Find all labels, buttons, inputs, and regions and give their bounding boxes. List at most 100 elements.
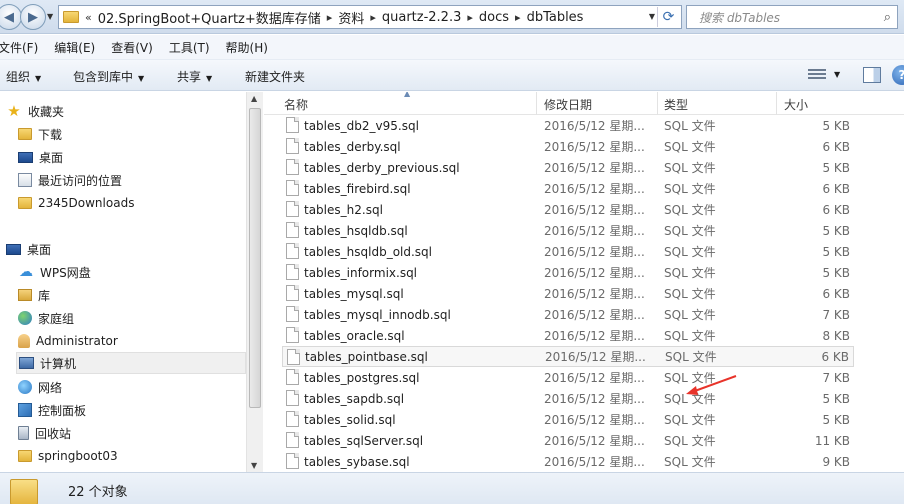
sql-file-icon <box>286 117 299 133</box>
file-row[interactable]: tables_informix.sql 2016/5/12 星期... SQL 文件… <box>282 262 854 283</box>
view-dropdown-icon[interactable]: ▼ <box>834 70 840 79</box>
file-row[interactable]: tables_db2_v95.sql 2016/5/12 星期... SQL 文件 5… <box>282 115 854 136</box>
sidebar-item-downloads[interactable]: 下载 <box>18 123 62 145</box>
scroll-up-icon[interactable]: ▲ <box>251 94 257 103</box>
file-date: 2016/5/12 星期... <box>544 224 645 238</box>
sql-file-icon <box>287 349 300 365</box>
file-row[interactable]: tables_derby.sql 2016/5/12 星期... SQL 文件 6 K… <box>282 136 854 157</box>
sidebar-item-springboot03[interactable]: springboot03 <box>18 445 118 467</box>
include-library-button[interactable]: 包含到库中 ▼ <box>73 68 144 85</box>
folder-icon <box>18 128 32 140</box>
menu-file[interactable]: 文件(F) <box>0 39 38 56</box>
file-type: SQL 文件 <box>664 455 716 469</box>
file-date: 2016/5/12 星期... <box>544 413 645 427</box>
file-row[interactable]: tables_postgres.sql 2016/5/12 星期... SQL 文件… <box>282 367 854 388</box>
address-bar[interactable]: « 02.SpringBoot+Quartz+数据库存储 ▸ 资料 ▸ quar… <box>58 5 682 29</box>
column-date[interactable]: 修改日期 <box>544 96 592 113</box>
file-row[interactable]: tables_sapdb.sql 2016/5/12 星期... SQL 文件 5 K… <box>282 388 854 409</box>
file-row[interactable]: tables_solid.sql 2016/5/12 星期... SQL 文件 5 K… <box>282 409 854 430</box>
file-row[interactable]: tables_h2.sql 2016/5/12 星期... SQL 文件 6 KB <box>282 199 854 220</box>
breadcrumb-item[interactable]: 02.SpringBoot+Quartz+数据库存储 <box>98 8 321 27</box>
sidebar-item-desktop-root[interactable]: 桌面 <box>6 238 51 260</box>
column-divider[interactable] <box>776 92 777 115</box>
column-type[interactable]: 类型 <box>664 96 688 113</box>
cloud-icon: ☁ <box>19 264 33 280</box>
breadcrumb-item[interactable]: 资料 <box>338 8 364 27</box>
file-row[interactable]: tables_hsqldb_old.sql 2016/5/12 星期... SQL … <box>282 241 854 262</box>
sidebar-item-network[interactable]: 网络 <box>18 376 62 398</box>
menu-view[interactable]: 查看(V) <box>111 39 153 56</box>
library-icon <box>18 289 32 301</box>
sidebar-item-library[interactable]: 库 <box>18 284 50 306</box>
file-row[interactable]: tables_mysql.sql 2016/5/12 星期... SQL 文件 6 K… <box>282 283 854 304</box>
file-row[interactable]: tables_mysql_innodb.sql 2016/5/12 星期... SQ… <box>282 304 854 325</box>
file-size: 5 KB <box>822 160 850 175</box>
network-icon <box>18 380 32 394</box>
file-size: 5 KB <box>822 391 850 406</box>
overflow-crumb[interactable]: « <box>85 11 92 24</box>
sql-file-icon <box>286 243 299 259</box>
chevron-down-icon: ▼ <box>206 74 213 83</box>
sidebar-item-recycle-bin[interactable]: 回收站 <box>18 422 71 444</box>
star-icon: ★ <box>7 102 21 120</box>
file-row[interactable]: tables_sybase.sql 2016/5/12 星期... SQL 文件 9 … <box>282 451 854 472</box>
include-library-label: 包含到库中 <box>73 70 134 84</box>
file-row[interactable]: tables_firebird.sql 2016/5/12 星期... SQL 文件… <box>282 178 854 199</box>
recent-pages-dropdown-icon[interactable]: ▼ <box>47 12 53 21</box>
help-icon[interactable]: ? <box>892 65 904 85</box>
column-size[interactable]: 大小 <box>784 96 808 113</box>
file-type: SQL 文件 <box>664 434 716 448</box>
view-details-icon[interactable] <box>808 69 826 83</box>
file-row[interactable]: tables_derby_previous.sql 2016/5/12 星期...… <box>282 157 854 178</box>
breadcrumb-separator-icon[interactable]: ▸ <box>327 11 333 24</box>
menu-help[interactable]: 帮助(H) <box>226 39 268 56</box>
scrollbar-thumb[interactable] <box>249 108 261 408</box>
search-icon[interactable]: ⌕ <box>884 10 891 25</box>
breadcrumb-separator-icon[interactable]: ▸ <box>467 11 473 24</box>
new-folder-button[interactable]: 新建文件夹 <box>245 68 305 85</box>
sidebar-item-2345downloads[interactable]: 2345Downloads <box>18 192 134 214</box>
file-date: 2016/5/12 星期... <box>544 245 645 259</box>
file-size: 7 KB <box>822 307 850 322</box>
preview-pane-icon[interactable] <box>863 67 881 83</box>
navigation-scrollbar[interactable]: ▲ ▼ <box>246 92 263 472</box>
column-divider[interactable] <box>536 92 537 115</box>
sidebar-item-recent[interactable]: 最近访问的位置 <box>18 169 122 191</box>
column-divider[interactable] <box>657 92 658 115</box>
breadcrumb-item[interactable]: quartz-2.2.3 <box>382 10 462 25</box>
sidebar-item-computer[interactable]: 计算机 <box>16 352 246 374</box>
menu-tools[interactable]: 工具(T) <box>169 39 210 56</box>
back-button[interactable]: ◀ <box>0 4 22 30</box>
address-row: ◀ ▶ ▼ « 02.SpringBoot+Quartz+数据库存储 ▸ 资料 … <box>0 0 904 34</box>
sidebar-item-desktop[interactable]: 桌面 <box>18 146 63 168</box>
refresh-icon[interactable]: ⟳ <box>657 7 679 27</box>
search-input[interactable]: 搜索 dbTables ⌕ <box>686 5 898 29</box>
breadcrumb-item[interactable]: dbTables <box>527 10 584 25</box>
file-name: tables_mysql.sql <box>304 286 404 301</box>
breadcrumb-separator-icon[interactable]: ▸ <box>515 11 521 24</box>
sidebar-item-control-panel[interactable]: 控制面板 <box>18 399 86 421</box>
file-name: tables_mysql_innodb.sql <box>304 307 451 322</box>
file-row[interactable]: tables_hsqldb.sql 2016/5/12 星期... SQL 文件 5 … <box>282 220 854 241</box>
breadcrumb-separator-icon[interactable]: ▸ <box>370 11 376 24</box>
file-row[interactable]: tables_pointbase.sql 2016/5/12 星期... SQL 文… <box>282 346 854 367</box>
column-name[interactable]: 名称 <box>284 96 308 113</box>
file-name: tables_hsqldb.sql <box>304 223 408 238</box>
folder-icon <box>18 450 32 462</box>
sidebar-item-wps-cloud[interactable]: ☁ WPS网盘 <box>18 261 91 283</box>
sidebar-item-homegroup[interactable]: 家庭组 <box>18 307 74 329</box>
sidebar-item-administrator[interactable]: Administrator <box>18 330 118 352</box>
file-row[interactable]: tables_sqlServer.sql 2016/5/12 星期... SQL 文… <box>282 430 854 451</box>
breadcrumb-item[interactable]: docs <box>479 10 509 25</box>
sort-ascending-icon: ▲ <box>404 92 411 98</box>
file-size: 6 KB <box>821 349 849 364</box>
organize-button[interactable]: 组织 ▼ <box>6 68 41 85</box>
file-row[interactable]: tables_oracle.sql 2016/5/12 星期... SQL 文件 8 … <box>282 325 854 346</box>
menu-edit[interactable]: 编辑(E) <box>54 39 95 56</box>
sidebar-item-label: WPS网盘 <box>40 265 91 280</box>
sidebar-item-favorites[interactable]: ★ 收藏夹 <box>6 100 64 122</box>
scroll-down-icon[interactable]: ▼ <box>251 461 257 470</box>
address-dropdown-icon[interactable]: ▼ <box>649 12 655 21</box>
forward-button[interactable]: ▶ <box>20 4 46 30</box>
share-button[interactable]: 共享 ▼ <box>177 68 212 85</box>
